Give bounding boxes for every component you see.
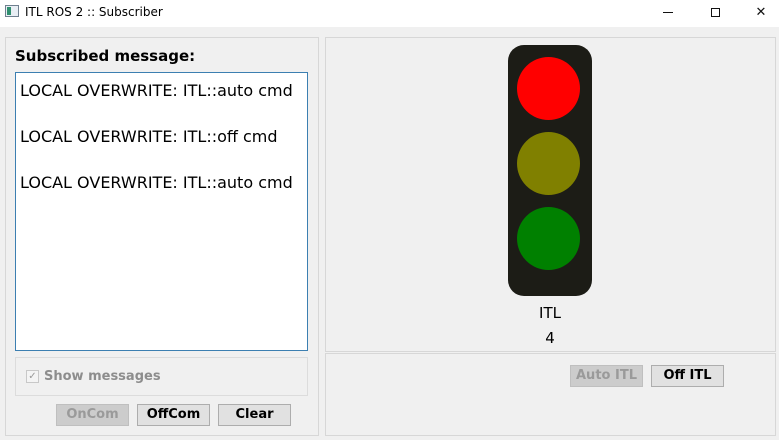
offcom-button[interactable]: OffCom [137, 404, 210, 426]
red-lamp [517, 57, 580, 120]
show-messages-label: Show messages [44, 369, 161, 384]
oncom-button[interactable]: OnCom [56, 404, 129, 426]
off-itl-button[interactable]: Off ITL [651, 365, 724, 387]
traffic-light [508, 45, 592, 296]
maximize-icon [710, 8, 720, 17]
yellow-lamp [517, 132, 580, 195]
close-icon: ✕ [755, 5, 767, 20]
message-line: LOCAL OVERWRITE: ITL::auto cmd [20, 81, 293, 100]
checkmark-icon: ✓ [28, 371, 37, 382]
app-icon [5, 5, 19, 17]
message-log[interactable]: LOCAL OVERWRITE: ITL::auto cmd LOCAL OVE… [15, 72, 308, 351]
title-bar: ITL ROS 2 :: Subscriber ✕ [0, 0, 779, 27]
maximize-button[interactable] [692, 0, 738, 27]
minimize-icon [663, 12, 673, 13]
minimize-button[interactable] [645, 0, 691, 27]
message-line: LOCAL OVERWRITE: ITL::off cmd [20, 127, 278, 146]
close-button[interactable]: ✕ [738, 0, 779, 27]
message-line: LOCAL OVERWRITE: ITL::auto cmd [20, 173, 293, 192]
clear-button[interactable]: Clear [218, 404, 291, 426]
show-messages-checkbox[interactable]: ✓ [26, 370, 39, 383]
green-lamp [517, 207, 580, 270]
window-title: ITL ROS 2 :: Subscriber [25, 5, 163, 19]
traffic-light-name: ITL [539, 304, 561, 322]
subscribed-message-label: Subscribed message: [15, 47, 196, 65]
show-messages-group: ✓ Show messages [15, 357, 308, 396]
traffic-light-count: 4 [545, 329, 555, 347]
auto-itl-button[interactable]: Auto ITL [570, 365, 643, 387]
